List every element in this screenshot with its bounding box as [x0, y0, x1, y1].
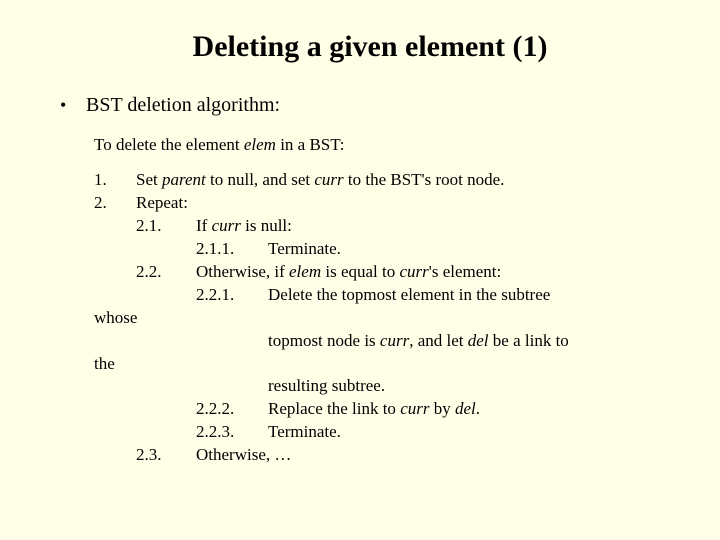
step-text: Delete the topmost element in the subtre…	[268, 284, 550, 307]
step-num: 1.	[94, 169, 136, 192]
bullet-text: BST deletion algorithm:	[86, 94, 280, 117]
var-elem: elem	[289, 262, 321, 281]
t: be a link to	[489, 331, 569, 350]
bullet-item: • BST deletion algorithm:	[60, 94, 680, 117]
t: .	[476, 399, 480, 418]
step-num: 2.2.2.	[196, 398, 268, 421]
t: Replace the link to	[268, 399, 400, 418]
step-text: Set parent to null, and set curr to the …	[136, 169, 504, 192]
t: is null:	[241, 216, 292, 235]
step-num: 2.	[94, 192, 136, 215]
t: Otherwise, if	[196, 262, 289, 281]
continuation-line-1: topmost node is curr, and let del be a l…	[268, 330, 680, 353]
step-num: 2.2.1.	[196, 284, 268, 307]
step-text: Terminate.	[268, 421, 341, 444]
intro-b: in a BST:	[276, 135, 345, 154]
intro-elem: elem	[244, 135, 276, 154]
step-2-3: 2.3. Otherwise, …	[136, 444, 680, 467]
t: topmost node is	[268, 331, 380, 350]
step-2-2-2: 2.2.2. Replace the link to curr by del.	[196, 398, 680, 421]
step-text: Otherwise, if elem is equal to curr's el…	[196, 261, 501, 284]
step-num: 2.1.1.	[196, 238, 268, 261]
var-parent: parent	[162, 170, 206, 189]
var-curr: curr	[314, 170, 343, 189]
step-2-2-3: 2.2.3. Terminate.	[196, 421, 680, 444]
var-del: del	[455, 399, 476, 418]
intro-a: To delete the element	[94, 135, 244, 154]
step-num: 2.2.	[136, 261, 196, 284]
t: by	[429, 399, 455, 418]
step-num: 2.3.	[136, 444, 196, 467]
slide-title: Deleting a given element (1)	[60, 30, 680, 64]
step-2-1: 2.1. If curr is null:	[136, 215, 680, 238]
step-2-2-1: 2.2.1. Delete the topmost element in the…	[196, 284, 680, 307]
var-curr: curr	[400, 262, 429, 281]
step-text: Replace the link to curr by del.	[268, 398, 480, 421]
step-text: Terminate.	[268, 238, 341, 261]
var-del: del	[468, 331, 489, 350]
t: 's element:	[429, 262, 501, 281]
t: Set	[136, 170, 162, 189]
t: is equal to	[321, 262, 399, 281]
var-curr: curr	[380, 331, 409, 350]
continuation-the: the	[94, 353, 680, 376]
step-text: If curr is null:	[196, 215, 292, 238]
step-num: 2.1.	[136, 215, 196, 238]
intro-line: To delete the element elem in a BST:	[94, 135, 680, 155]
t: , and let	[409, 331, 468, 350]
var-curr: curr	[400, 399, 429, 418]
bullet-dot-icon: •	[60, 96, 86, 114]
var-curr: curr	[212, 216, 241, 235]
continuation-whose: whose	[94, 307, 680, 330]
step-2: 2. Repeat:	[94, 192, 680, 215]
step-2-1-1: 2.1.1. Terminate.	[196, 238, 680, 261]
algorithm-block: 1. Set parent to null, and set curr to t…	[94, 169, 680, 467]
t: to null, and set	[206, 170, 315, 189]
step-1: 1. Set parent to null, and set curr to t…	[94, 169, 680, 192]
slide: Deleting a given element (1) • BST delet…	[0, 0, 720, 487]
step-text: Repeat:	[136, 192, 188, 215]
step-text: Otherwise, …	[196, 444, 291, 467]
t: If	[196, 216, 212, 235]
step-num: 2.2.3.	[196, 421, 268, 444]
step-2-2: 2.2. Otherwise, if elem is equal to curr…	[136, 261, 680, 284]
continuation-line-2: resulting subtree.	[268, 375, 680, 398]
t: to the BST's root node.	[344, 170, 505, 189]
